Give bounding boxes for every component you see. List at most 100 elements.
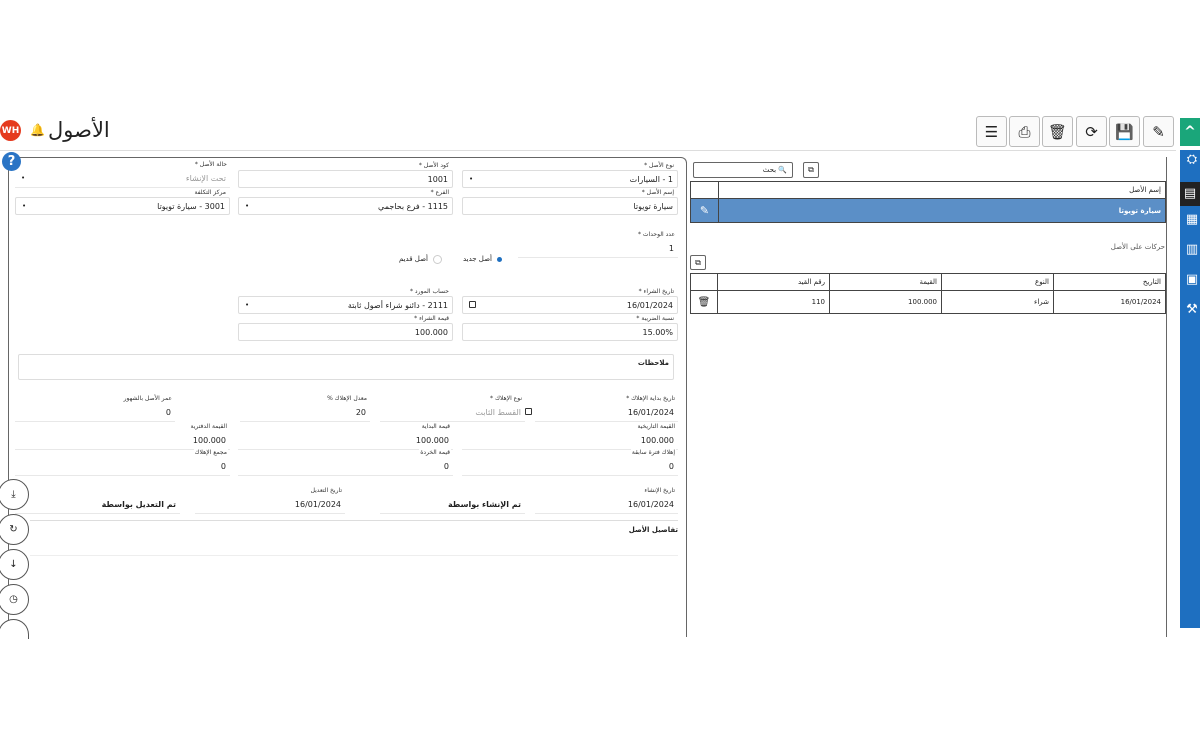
form-field[interactable]: حساب المورد * 2111 - دائنو شراء أصول ثابت… <box>238 288 453 314</box>
field-label: نوع الإهلاك * <box>489 395 523 402</box>
radio-new-dot <box>497 256 502 262</box>
field-label: عمر الأصل بالشهور <box>122 395 173 402</box>
form-field[interactable]: تاريخ الإنشاء 16/01/2024 <box>535 487 678 514</box>
help-icon[interactable]: ? <box>2 152 21 171</box>
radio-old-label: أصل قديم <box>398 255 428 263</box>
form-field[interactable]: تم الإنشاء بواسطة <box>380 496 525 514</box>
notes-textarea[interactable]: ملاحظات <box>18 354 674 380</box>
column-entry-number[interactable]: رقم القيد <box>717 273 830 291</box>
field-label: تاريخ الشراء * <box>637 288 675 295</box>
calendar-icon[interactable] <box>525 408 532 415</box>
form-field[interactable]: نسبة الضريبة * 15.00% <box>462 315 678 341</box>
form-field[interactable]: قيمة الخردة 0 <box>238 449 453 476</box>
column-type[interactable]: النوع <box>941 273 1054 291</box>
field-value: 2111 - دائنو شراء أصول ثابتة <box>347 301 448 310</box>
assets-icon[interactable]: ⛭ <box>1184 152 1200 168</box>
table-row[interactable]: سيارة تويوتا ✎ <box>690 198 1166 223</box>
dropdown-icon[interactable]: • <box>245 202 249 210</box>
field-value: تحت الإنشاء <box>185 174 226 183</box>
refresh-button[interactable]: ⟳ <box>1076 116 1107 147</box>
field-label: إهلاك فترة سابقة <box>630 449 676 456</box>
form-field[interactable]: عدد الوحدات * 1 <box>518 231 678 258</box>
print-button[interactable]: ⎙ <box>1009 116 1040 147</box>
field-value: 1 - السيارات <box>629 175 673 184</box>
app-brand-icon[interactable]: ^ <box>1180 118 1200 146</box>
form-field[interactable]: مركز التكلفة 3001 - سيارة تويوتا • <box>15 189 230 215</box>
field-label: قيمة الخردة <box>419 449 451 456</box>
field-label: نسبة الضريبة * <box>635 315 675 322</box>
column-date[interactable]: التاريخ <box>1053 273 1166 291</box>
edit-icon[interactable]: ✎ <box>690 198 719 223</box>
field-label: تاريخ الإنشاء <box>643 487 676 494</box>
cell-type: شراء <box>941 290 1054 314</box>
dropdown-icon[interactable]: • <box>469 175 473 183</box>
form-field[interactable]: القيمة الدفترية 100.000 <box>15 423 230 450</box>
form-field[interactable]: كود الأصل * 1001 <box>238 162 453 188</box>
form-field[interactable]: تاريخ التعديل 16/01/2024 <box>195 487 345 514</box>
form-field[interactable]: مجمع الإهلاك 0 <box>15 449 230 476</box>
field-label: تاريخ بداية الإهلاك * <box>625 395 676 402</box>
notes-label: ملاحظات <box>637 359 669 367</box>
field-label: القيمة الدفترية <box>189 423 228 430</box>
form-field[interactable]: نوع الإهلاك * القسط الثابت <box>380 395 525 422</box>
field-value: 16/01/2024 <box>627 408 674 417</box>
form-field[interactable]: الفرع * 1115 - فرع بحاجمي • <box>238 189 453 215</box>
grid-icon[interactable]: ▦ <box>1184 212 1200 228</box>
details-label: تفاصيل الأصل <box>628 526 678 534</box>
refresh-icon: ⟳ <box>1085 122 1098 141</box>
asset-card-icon[interactable]: ▤ <box>1180 182 1200 206</box>
form-field[interactable]: معدل الإهلاك % 20 <box>240 395 370 422</box>
field-label: إسم الأصل * <box>640 189 675 196</box>
field-value: 20 <box>355 408 366 417</box>
pencil-icon: ✎ <box>1152 122 1165 141</box>
field-label: حالة الأصل * <box>193 161 228 168</box>
form-field[interactable]: نوع الأصل * 1 - السيارات • <box>462 162 678 188</box>
field-value: 16/01/2024 <box>627 500 674 509</box>
movements-copy-button[interactable]: ⧉ <box>690 255 706 270</box>
tools-icon[interactable]: ⚒ <box>1184 302 1200 318</box>
delete-button[interactable]: 🗑 <box>1042 116 1073 147</box>
trash-icon[interactable]: 🗑 <box>690 290 718 314</box>
save-button[interactable]: 💾 <box>1109 116 1140 147</box>
search-placeholder: بحث <box>762 166 777 174</box>
edit-button[interactable]: ✎ <box>1143 116 1174 147</box>
column-value[interactable]: القيمة <box>829 273 942 291</box>
dropdown-icon[interactable]: • <box>21 174 25 182</box>
field-value: 1001 <box>427 175 448 184</box>
radio-new-asset[interactable]: أصل جديد <box>440 253 502 265</box>
field-label: تاريخ التعديل <box>309 487 343 494</box>
table-icon[interactable]: ▥ <box>1184 242 1200 258</box>
assets-table: إسم الأصل سيارة تويوتا ✎ <box>690 181 1166 223</box>
asset-name-cell[interactable]: سيارة تويوتا <box>718 198 1166 223</box>
search-input[interactable]: 🔍 بحث <box>693 162 793 178</box>
form-field[interactable]: إسم الأصل * سيارة تويوتا <box>462 189 678 215</box>
field-value: 100.000 <box>192 436 226 445</box>
list-button[interactable]: ☰ <box>976 116 1007 147</box>
form-field[interactable]: قيمة البداية 100.000 <box>238 423 453 450</box>
form-field[interactable]: قيمة الشراء * 100.000 <box>238 315 453 341</box>
building-icon[interactable]: ▣ <box>1184 272 1200 288</box>
column-asset-name[interactable]: إسم الأصل <box>718 181 1166 199</box>
form-field[interactable]: القيمة التاريخية 100.000 <box>462 423 678 450</box>
bell-icon[interactable]: 🔔 <box>30 123 45 137</box>
column-actions <box>690 273 718 291</box>
radio-old-asset[interactable]: أصل قديم <box>380 253 442 265</box>
trash-icon: 🗑 <box>1047 122 1068 141</box>
copy-button[interactable]: ⧉ <box>803 162 819 178</box>
form-field[interactable]: حالة الأصل * تحت الإنشاء • <box>15 161 230 188</box>
field-value: 0 <box>668 462 674 471</box>
table-row[interactable]: 16/01/2024 شراء 100.000 110 🗑 <box>690 290 1166 314</box>
search-icon: 🔍 <box>778 166 787 174</box>
field-label: نوع الأصل * <box>643 162 675 169</box>
calendar-icon[interactable] <box>469 301 476 308</box>
dropdown-icon[interactable]: • <box>245 301 249 309</box>
field-value: 0 <box>220 462 226 471</box>
form-field[interactable]: تاريخ بداية الإهلاك * 16/01/2024 <box>525 395 678 422</box>
form-field[interactable]: إهلاك فترة سابقة 0 <box>462 449 678 476</box>
cell-value: 100.000 <box>829 290 942 314</box>
form-field[interactable]: تم التعديل بواسطة <box>15 496 180 514</box>
form-field[interactable]: تاريخ الشراء * 16/01/2024 <box>462 288 678 314</box>
form-field[interactable]: عمر الأصل بالشهور 0 <box>15 395 175 422</box>
radio-new-label: أصل جديد <box>462 255 492 263</box>
dropdown-icon[interactable]: • <box>22 202 26 210</box>
